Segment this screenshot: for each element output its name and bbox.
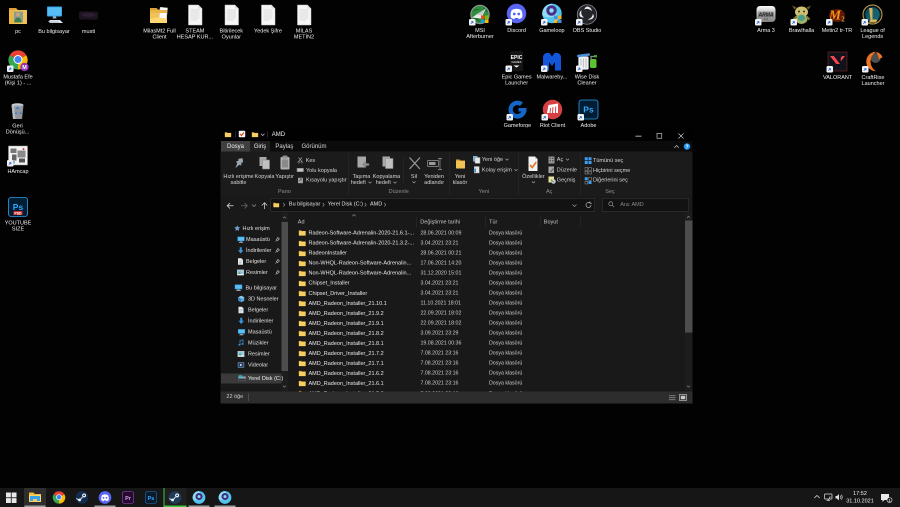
svg-text:Pr: Pr <box>125 496 132 502</box>
svg-text:M: M <box>22 65 27 71</box>
svg-text:PSD: PSD <box>14 211 22 215</box>
svg-text:Ps: Ps <box>583 105 594 115</box>
svg-text:Ps: Ps <box>148 496 155 502</box>
svg-text:?: ? <box>685 144 688 150</box>
